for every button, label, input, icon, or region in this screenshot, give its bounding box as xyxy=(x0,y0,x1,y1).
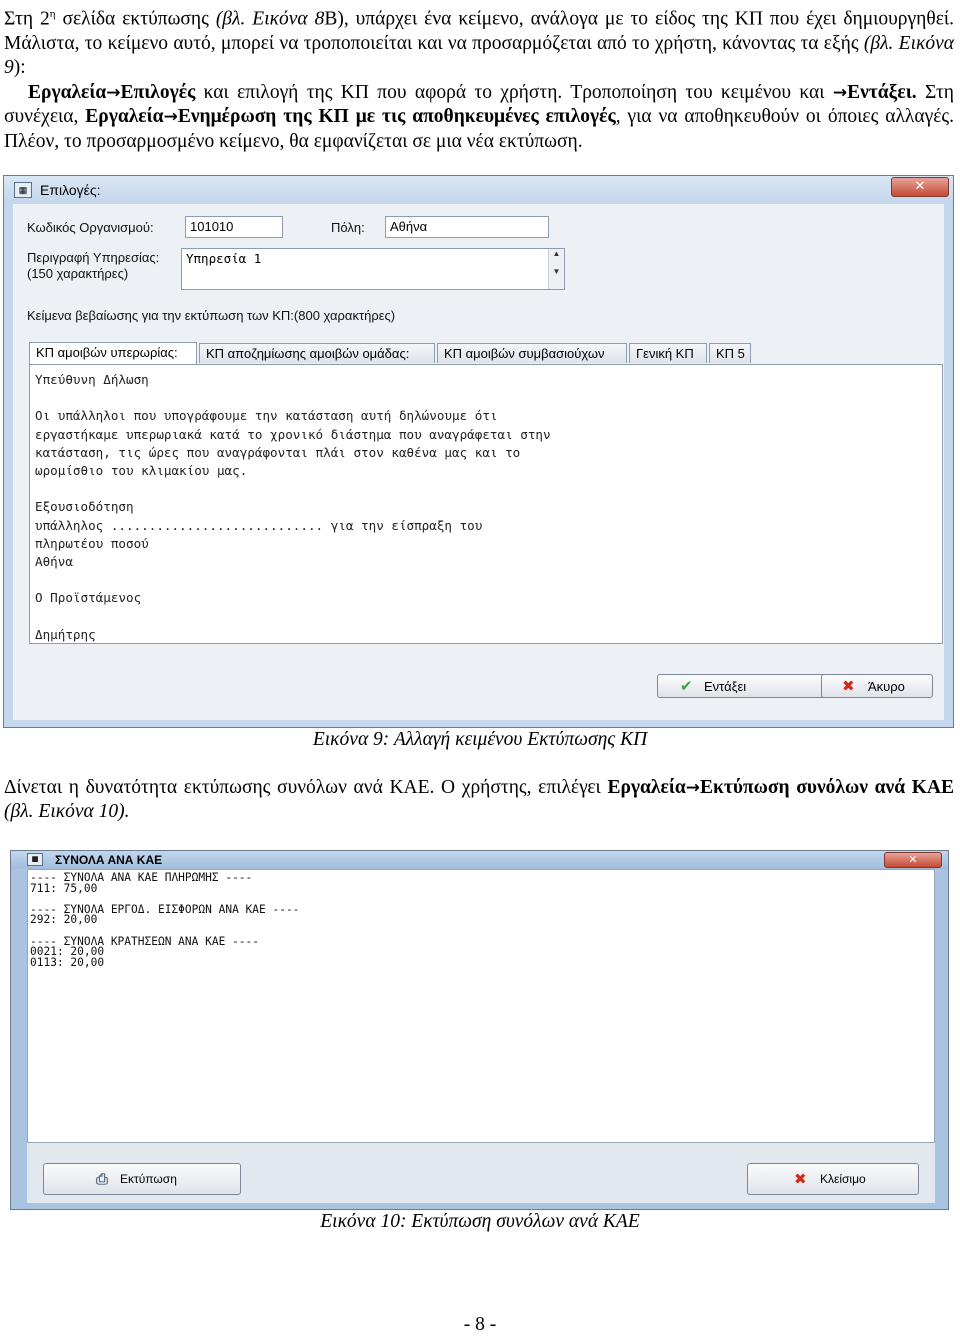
kae-paragraph: Δίνεται η δυνατότητα εκτύπωσης συνόλων α… xyxy=(4,776,954,825)
menu-path: Επιλογές xyxy=(120,81,196,103)
text-line: υπάλληλος ............................ γ… xyxy=(35,517,483,533)
cancel-button-label: Άκυρο xyxy=(868,679,905,694)
totals-report-text: ---- ΣΥΝΟΛΑ ΑΝΑ ΚΑΕ ΠΛΗΡΩΜΗΣ ---- 711: 75… xyxy=(30,872,299,969)
text-line: εργαστήκαμε υπερωριακά κατά το χρονικό δ… xyxy=(35,426,551,442)
close-button[interactable]: ✖ Κλείσιμο xyxy=(747,1163,919,1195)
intro-text: ): xyxy=(13,57,26,79)
intro-text: Στη 2 xyxy=(4,8,50,30)
body-text: Δίνεται η δυνατότητα εκτύπωσης συνόλων α… xyxy=(4,777,608,798)
tab-overtime[interactable]: ΚΠ αμοιβών υπερωρίας: xyxy=(29,342,197,364)
text-line: Εξουσιοδότηση xyxy=(35,499,134,515)
check-icon: ✔ xyxy=(680,677,693,695)
text-line: 711: 75,00 xyxy=(30,881,98,895)
menu-path: Εντάξει. xyxy=(847,81,917,103)
text-line: Ο Προϊστάμενος xyxy=(35,590,142,606)
city-label: Πόλη: xyxy=(331,220,365,235)
text-line: Οι υπάλληλοι που υπογράφουμε την κατάστα… xyxy=(35,408,498,424)
menu-path: Εργαλεία xyxy=(85,106,164,128)
service-input[interactable]: Υπηρεσία 1 ▲ ▼ xyxy=(181,248,565,290)
options-titlebar: ▦ Επιλογές: ✕ xyxy=(4,176,953,204)
text-line: Δημήτρης xyxy=(35,626,96,642)
close-button-label: Κλείσιμο xyxy=(820,1172,866,1186)
text-line: Υπεύθυνη Δήλωση xyxy=(35,372,149,387)
cross-icon: ✖ xyxy=(842,677,855,695)
city-input[interactable]: Αθήνα xyxy=(385,216,549,238)
arrow-icon: → xyxy=(163,107,178,128)
service-label-line: (150 χαρακτήρες) xyxy=(27,266,129,281)
arrow-icon: → xyxy=(832,82,848,103)
cross-icon: ✖ xyxy=(794,1170,807,1188)
text-line: πληρωτέου ποσού xyxy=(35,535,149,551)
figure-caption: Εικόνα 9: Αλλαγή κειμένου Εκτύπωσης ΚΠ xyxy=(312,729,648,750)
figure-ref: (βλ. Εικόνα 10). xyxy=(4,801,130,823)
service-value: Υπηρεσία 1 xyxy=(186,251,262,266)
totals-client: ---- ΣΥΝΟΛΑ ΑΝΑ ΚΑΕ ΠΛΗΡΩΜΗΣ ---- 711: 75… xyxy=(27,869,935,1203)
text-line xyxy=(35,389,551,407)
intro-text: σελίδα εκτύπωσης xyxy=(55,8,216,30)
totals-window: ▦ ΣΥΝΟΛΑ ΑΝΑ ΚΑΕ ✕ ---- ΣΥΝΟΛΑ ΑΝΑ ΚΑΕ Π… xyxy=(10,850,949,1210)
text-line xyxy=(35,571,551,589)
intro-paragraph: Στη 2η σελίδα εκτύπωσης (βλ. Εικόνα 8Β),… xyxy=(4,2,954,154)
service-label: Περιγραφή Υπηρεσίας: (150 χαρακτήρες) xyxy=(27,250,159,282)
window-title: Επιλογές: xyxy=(40,182,101,198)
options-client: Κωδικός Οργανισμού: 101010 Πόλη: Αθήνα Π… xyxy=(13,204,944,720)
print-button[interactable]: ⎙ Εκτύπωση xyxy=(43,1163,241,1195)
ok-button-label: Εντάξει xyxy=(704,679,747,694)
org-code-input[interactable]: 101010 xyxy=(185,216,283,238)
menu-path: Εργαλεία xyxy=(28,81,107,103)
page-number: - 8 - xyxy=(463,1314,497,1335)
options-window: ▦ Επιλογές: ✕ Κωδικός Οργανισμού: 101010… xyxy=(3,175,954,728)
org-code-label: Κωδικός Οργανισμού: xyxy=(27,220,154,235)
app-icon: ▦ xyxy=(14,182,32,198)
menu-path: Ενημέρωση της ΚΠ με τις αποθηκευμένες επ… xyxy=(177,106,616,128)
certify-label: Κείμενα βεβαίωσης για την εκτύπωση των Κ… xyxy=(27,308,396,323)
service-scrollbar[interactable]: ▲ ▼ xyxy=(548,249,564,289)
text-line xyxy=(35,608,551,626)
text-line: κατάσταση, τις ώρες που αναγράφονται πλά… xyxy=(35,444,521,460)
tab-kp5[interactable]: ΚΠ 5 xyxy=(709,343,751,363)
arrow-icon: → xyxy=(685,778,701,798)
service-label-line: Περιγραφή Υπηρεσίας: xyxy=(27,250,160,265)
print-icon: ⎙ xyxy=(96,1170,109,1188)
intro-text: και επιλογή της ΚΠ που αφορά το χρήστη. … xyxy=(195,81,833,103)
cancel-button[interactable]: ✖ Άκυρο xyxy=(821,674,933,698)
totals-titlebar: ▦ ΣΥΝΟΛΑ ΑΝΑ ΚΑΕ ✕ xyxy=(11,851,948,869)
certify-textarea[interactable]: Υπεύθυνη Δήλωση Οι υπάλληλοι που υπογράφ… xyxy=(29,364,943,644)
text-line: 292: 20,00 xyxy=(30,913,98,927)
tab-contractors[interactable]: ΚΠ αμοιβών συμβασιούχων xyxy=(437,343,627,363)
totals-report: ---- ΣΥΝΟΛΑ ΑΝΑ ΚΑΕ ΠΛΗΡΩΜΗΣ ---- 711: 75… xyxy=(27,869,935,1143)
text-line: Αθήνα xyxy=(35,554,73,570)
menu-path: Εργαλεία xyxy=(607,777,686,798)
window-title: ΣΥΝΟΛΑ ΑΝΑ ΚΑΕ xyxy=(55,853,163,867)
figure-ref: (βλ. Εικόνα 8 xyxy=(215,8,325,30)
print-button-label: Εκτύπωση xyxy=(120,1172,177,1186)
text-line: 0113: 20,00 xyxy=(30,955,105,969)
close-icon[interactable]: ✕ xyxy=(884,852,942,868)
close-icon[interactable]: ✕ xyxy=(891,177,949,197)
figure-caption: Εικόνα 10: Εκτύπωση συνόλων ανά ΚΑΕ xyxy=(320,1211,640,1232)
text-line xyxy=(35,480,551,498)
menu-path: Εκτύπωση συνόλων ανά ΚΑΕ xyxy=(700,777,954,798)
tab-group-compensation[interactable]: ΚΠ αποζημίωσης αμοιβών ομάδας: xyxy=(199,343,435,363)
certify-text: Υπεύθυνη Δήλωση Οι υπάλληλοι που υπογράφ… xyxy=(35,371,551,644)
ok-button[interactable]: ✔ Εντάξει xyxy=(657,674,831,698)
arrow-icon: → xyxy=(106,82,121,103)
app-icon: ▦ xyxy=(27,853,43,866)
tab-general[interactable]: Γενική ΚΠ xyxy=(629,343,707,363)
text-line: ωρομίσθιο του κλιμακίου μας. xyxy=(35,463,248,479)
